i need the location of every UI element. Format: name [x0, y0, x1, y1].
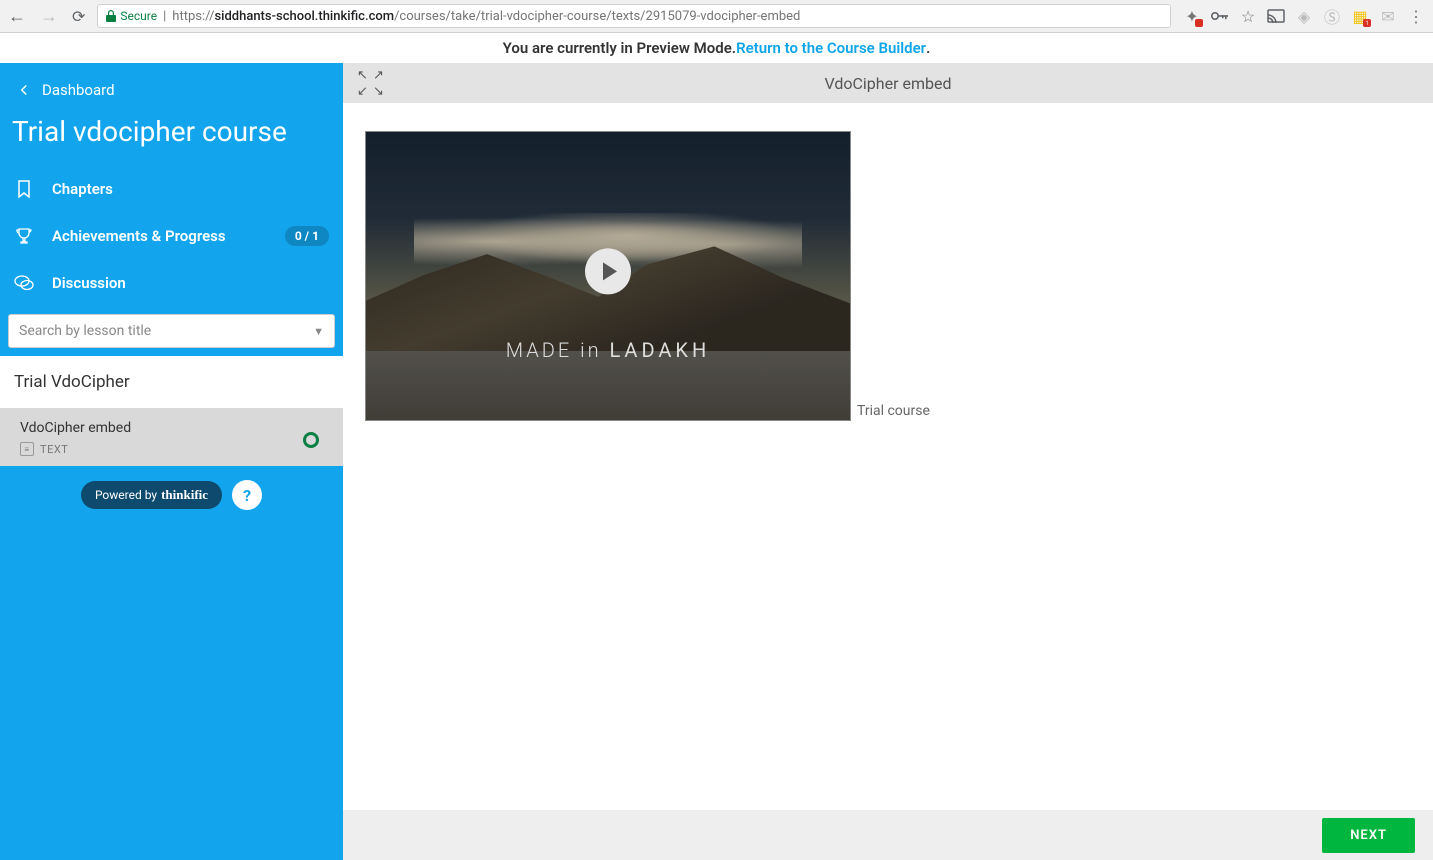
fullscreen-icon[interactable]: ↖↗↙↘ [357, 69, 387, 99]
star-icon[interactable]: ☆ [1239, 7, 1257, 25]
bookmark-icon [14, 180, 34, 198]
nav-chapters[interactable]: Chapters [0, 166, 343, 212]
secure-label: Secure [120, 9, 157, 23]
reload-icon[interactable]: ⟳ [72, 7, 85, 26]
chat-icon [14, 275, 34, 291]
forward-icon[interactable]: → [40, 6, 58, 27]
preview-banner: You are currently in Preview Mode. Retur… [0, 33, 1433, 63]
next-button[interactable]: NEXT [1322, 818, 1415, 853]
skype-icon[interactable]: Ⓢ [1323, 7, 1341, 25]
dashboard-label: Dashboard [42, 81, 115, 99]
brand-name: thinkific [161, 487, 208, 503]
sidebar: Dashboard Trial vdocipher course Chapter… [0, 63, 343, 860]
course-title: Trial vdocipher course [0, 111, 343, 166]
lock-icon: Secure [106, 9, 157, 23]
dropdown-icon: ▼ [313, 325, 324, 338]
content-header: ↖↗↙↘ VdoCipher embed [343, 63, 1433, 103]
mail-icon[interactable]: ✉ [1379, 7, 1397, 25]
lesson-title: VdoCipher embed [20, 420, 327, 436]
preview-suffix: . [926, 39, 930, 57]
content-area: ↖↗↙↘ VdoCipher embed MADE in LADAKH Tria… [343, 63, 1433, 860]
play-icon[interactable] [585, 248, 631, 294]
key-icon[interactable] [1211, 7, 1229, 25]
chevron-left-icon [18, 84, 30, 96]
trophy-icon [14, 228, 34, 244]
lesson-type: TEXT [40, 443, 68, 456]
preview-text: You are currently in Preview Mode. [503, 39, 736, 57]
return-link[interactable]: Return to the Course Builder [736, 39, 926, 57]
progress-badge: 0 / 1 [285, 226, 329, 246]
dashboard-link[interactable]: Dashboard [0, 63, 343, 111]
menu-icon[interactable]: ⋮ [1407, 7, 1425, 25]
address-bar[interactable]: Secure | https:// siddhants-school.think… [97, 4, 1171, 28]
chapter-header: Trial VdoCipher [0, 356, 343, 408]
powered-by-badge[interactable]: Powered by thinkific [81, 481, 222, 509]
browser-toolbar: ← → ⟳ Secure | https:// siddhants-school… [0, 0, 1433, 33]
document-icon: ≡ [20, 442, 34, 456]
url-host: siddhants-school.thinkific.com [214, 9, 394, 24]
extension-icon[interactable]: ✦ [1183, 7, 1201, 25]
search-placeholder: Search by lesson title [19, 323, 151, 339]
help-button[interactable]: ? [232, 480, 262, 510]
shield-icon[interactable]: ◈ [1295, 7, 1313, 25]
notes-icon[interactable]: ▦1 [1351, 7, 1369, 25]
powered-by-label: Powered by [95, 488, 157, 502]
back-icon[interactable]: ← [8, 6, 26, 27]
nav-chapters-label: Chapters [52, 180, 113, 198]
nav-discussion-label: Discussion [52, 274, 126, 292]
nav-achievements[interactable]: Achievements & Progress 0 / 1 [0, 212, 343, 260]
url-path: /courses/take/trial-vdocipher-course/tex… [394, 9, 800, 24]
content-footer: NEXT [343, 810, 1433, 860]
search-input[interactable]: Search by lesson title ▼ [8, 314, 335, 348]
video-player[interactable]: MADE in LADAKH [365, 131, 851, 421]
content-title: VdoCipher embed [343, 74, 1433, 93]
url-prefix: https:// [172, 9, 214, 24]
video-caption: MADE in LADAKH [366, 338, 850, 362]
cast-icon[interactable] [1267, 7, 1285, 25]
nav-discussion[interactable]: Discussion [0, 260, 343, 306]
lesson-item[interactable]: VdoCipher embed ≡ TEXT [0, 408, 343, 466]
completion-circle-icon [303, 432, 319, 448]
trial-label: Trial course [857, 403, 930, 421]
nav-achievements-label: Achievements & Progress [52, 227, 226, 245]
